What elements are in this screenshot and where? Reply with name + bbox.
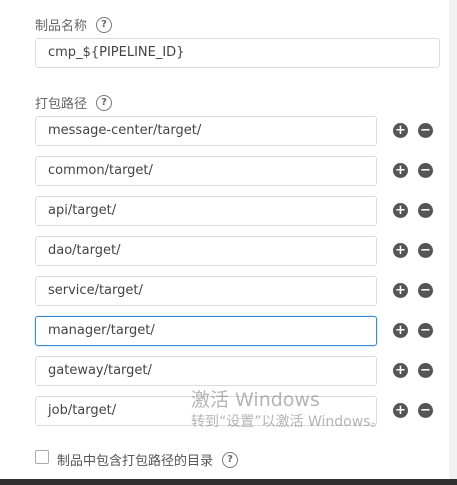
plus-circle-icon[interactable]: +	[393, 323, 408, 338]
question-circle-icon[interactable]: ?	[222, 451, 239, 468]
plus-circle-icon[interactable]: +	[393, 363, 408, 378]
package-path-label: 打包路径	[35, 97, 88, 112]
minus-circle-icon[interactable]: −	[418, 403, 433, 418]
minus-circle-icon[interactable]: −	[418, 203, 433, 218]
question-circle-icon[interactable]: ?	[96, 16, 113, 33]
package-path-label-row: 打包路径 ?	[35, 93, 113, 112]
package-path-input[interactable]: api/target/	[35, 196, 377, 226]
package-path-input[interactable]: gateway/target/	[35, 356, 377, 386]
activation-watermark-subtitle: 转到“设置”以激活 Windows。	[191, 414, 385, 430]
minus-circle-icon[interactable]: −	[418, 243, 433, 258]
minus-circle-icon[interactable]: −	[418, 323, 433, 338]
plus-circle-icon[interactable]: +	[393, 403, 408, 418]
plus-circle-icon[interactable]: +	[393, 203, 408, 218]
include-dir-label-row: 制品中包含打包路径的目录 ?	[57, 450, 239, 469]
bottom-edge	[0, 479, 457, 485]
minus-circle-icon[interactable]: −	[418, 163, 433, 178]
minus-circle-icon[interactable]: −	[418, 123, 433, 138]
product-name-input[interactable]: cmp_${PIPELINE_ID}	[35, 38, 440, 68]
plus-circle-icon[interactable]: +	[393, 123, 408, 138]
plus-circle-icon[interactable]: +	[393, 163, 408, 178]
question-circle-icon[interactable]: ?	[96, 94, 113, 111]
minus-circle-icon[interactable]: −	[418, 363, 433, 378]
plus-circle-icon[interactable]: +	[393, 283, 408, 298]
product-name-label: 制品名称	[35, 19, 88, 34]
package-path-input[interactable]: message-center/target/	[35, 116, 377, 146]
plus-circle-icon[interactable]: +	[393, 243, 408, 258]
include-dir-label: 制品中包含打包路径的目录	[57, 454, 214, 469]
include-dir-checkbox[interactable]	[35, 450, 49, 464]
scrollbar-track[interactable]	[449, 0, 457, 485]
package-path-input[interactable]: service/target/	[35, 276, 377, 306]
package-path-input[interactable]: dao/target/	[35, 236, 377, 266]
activation-watermark-title: 激活 Windows	[191, 389, 320, 411]
package-path-input[interactable]: manager/target/	[35, 316, 377, 346]
minus-circle-icon[interactable]: −	[418, 283, 433, 298]
product-name-label-row: 制品名称 ?	[35, 15, 113, 34]
package-path-input[interactable]: common/target/	[35, 156, 377, 186]
